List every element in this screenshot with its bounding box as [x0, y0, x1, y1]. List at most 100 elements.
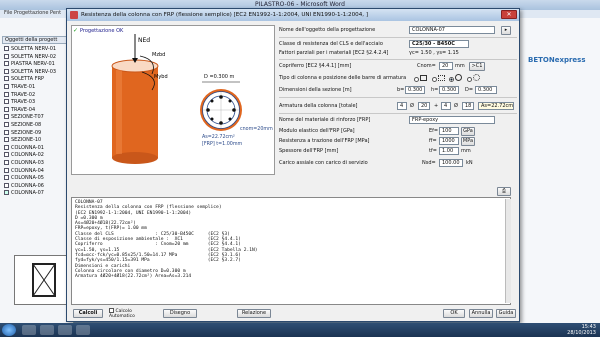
- tf-prefix: tf=: [429, 148, 437, 154]
- name-picker-button[interactable]: ▸: [501, 26, 511, 35]
- tree-checkbox[interactable]: [4, 91, 9, 97]
- tree-checkbox[interactable]: [4, 152, 9, 158]
- start-button[interactable]: [2, 324, 16, 336]
- tf-input[interactable]: 1.00: [439, 147, 459, 155]
- tree-checkbox[interactable]: [4, 46, 9, 51]
- mz-label: Mzbd: [152, 52, 165, 58]
- tree-item[interactable]: TRAVE-02: [4, 91, 74, 100]
- cover-label: Copriferro [EC2 §4.4.1] [mm]: [279, 63, 352, 69]
- tree-checkbox[interactable]: [4, 182, 9, 188]
- nsd-input[interactable]: 100.00: [439, 159, 463, 167]
- tree-item-label: COLONNA-03: [11, 160, 44, 166]
- phi-symbol: Ø: [410, 103, 414, 109]
- tree-checkbox[interactable]: [4, 84, 9, 89]
- frp-name-field[interactable]: FRP-epoxy: [409, 116, 495, 124]
- tree-checkbox[interactable]: [4, 99, 9, 105]
- tree-checkbox[interactable]: [4, 137, 9, 143]
- tree-checkbox[interactable]: [4, 160, 9, 165]
- tree-checkbox[interactable]: [4, 76, 9, 82]
- tree-checkbox[interactable]: [4, 144, 9, 150]
- tree-checkbox[interactable]: [4, 53, 9, 59]
- tree-item[interactable]: SOLETTA NERV-03: [4, 68, 74, 77]
- rebar-label: Armatura della colonna [totale]: [279, 103, 358, 109]
- close-button[interactable]: ✕: [501, 10, 517, 19]
- calculate-button[interactable]: Calcoli: [73, 309, 103, 318]
- cnom-input[interactable]: 20: [439, 62, 453, 70]
- tree-item[interactable]: TRAVE-03: [4, 99, 74, 107]
- auto-calc-box[interactable]: [109, 308, 114, 313]
- circular-section-radio[interactable]: [449, 77, 455, 82]
- tree-item[interactable]: SOLETTA NERV-01: [4, 46, 74, 54]
- tree-item[interactable]: SEZIONE-T07: [4, 114, 74, 122]
- name-field[interactable]: COLONNA-07: [409, 26, 495, 34]
- tree-item[interactable]: SEZIONE-09: [4, 129, 74, 138]
- tree-checkbox[interactable]: [4, 106, 9, 112]
- drawing-button[interactable]: Disegno: [163, 309, 197, 318]
- rebar-diameter-input[interactable]: 20: [418, 102, 430, 110]
- check-icon: ✓: [73, 27, 79, 34]
- d-input[interactable]: 0.300: [475, 86, 497, 94]
- ff-input[interactable]: 1000: [439, 137, 459, 145]
- tree-item[interactable]: COLONNA-04: [4, 167, 74, 176]
- tree-item[interactable]: COLONNA-02: [4, 152, 74, 160]
- help-button[interactable]: Guida: [496, 309, 516, 318]
- tree-checkbox[interactable]: [4, 68, 9, 74]
- taskbar-app-4[interactable]: [76, 325, 90, 335]
- rect-section-radio[interactable]: [414, 77, 419, 82]
- input-form: Nome dell'oggetto della progettazione CO…: [279, 25, 519, 177]
- tree-item[interactable]: COLONNA-03: [4, 160, 74, 168]
- auto-calc-checkbox[interactable]: Calcolo Automatico: [109, 308, 145, 319]
- tree-item[interactable]: SOLETTA FRP: [4, 76, 74, 84]
- tree-checkbox[interactable]: [4, 190, 9, 196]
- app-icon: [70, 11, 78, 19]
- dialog-title: Resistenza della colonna con FRP (flessi…: [67, 9, 519, 21]
- tree-item-label: COLONNA-06: [11, 182, 44, 189]
- h-input[interactable]: 0.300: [439, 86, 459, 94]
- rebar-count-input[interactable]: 4: [397, 102, 407, 110]
- rebar-diameter2-input[interactable]: 18: [462, 102, 474, 110]
- tree-checkbox[interactable]: [4, 61, 9, 67]
- tree-item[interactable]: SEZIONE-08: [4, 122, 74, 130]
- ff-label: Resistenza a trazione dell'FRP [MPa]: [279, 138, 370, 144]
- report-scrollbar[interactable]: [505, 199, 511, 303]
- report-button[interactable]: Relazione: [237, 309, 271, 318]
- ff-unit-button[interactable]: MPa: [461, 137, 475, 146]
- circular-bars-radio[interactable]: [466, 77, 472, 82]
- tree-checkbox[interactable]: [4, 175, 9, 181]
- print-button[interactable]: ⎙: [497, 187, 511, 196]
- class-label: Classe di resistenza del CLS e dell'acci…: [279, 41, 383, 47]
- my-label: Mybd: [154, 74, 168, 80]
- b-input[interactable]: 0.300: [405, 86, 425, 94]
- tree-item[interactable]: TRAVE-04: [4, 106, 74, 115]
- taskbar-app-3[interactable]: [58, 325, 72, 335]
- rect-bars-radio[interactable]: [431, 77, 437, 82]
- cover-label: cnom=20mm: [240, 126, 273, 132]
- tree-item[interactable]: COLONNA-05: [4, 175, 74, 183]
- cancel-button[interactable]: Annulla: [469, 309, 493, 318]
- ok-button[interactable]: OK: [443, 309, 465, 318]
- exposure-class-button[interactable]: >C1: [469, 62, 485, 71]
- tree-item[interactable]: TRAVE-01: [4, 84, 74, 92]
- taskbar-app-2[interactable]: [40, 325, 54, 335]
- calculation-report[interactable]: COLONNA-07 Resistenza della colonna con F…: [71, 197, 511, 305]
- tree-item[interactable]: PIASTRA NERV-01: [4, 61, 74, 69]
- tree-checkbox[interactable]: [4, 114, 9, 120]
- diameter-label: D =0.300 m: [204, 74, 235, 80]
- clock[interactable]: 15:43 28/10/2013: [567, 324, 596, 336]
- tree-item[interactable]: COLONNA-06: [4, 182, 74, 191]
- taskbar-app-1[interactable]: [22, 325, 36, 335]
- tree-checkbox[interactable]: [4, 129, 9, 135]
- section-type-label: Tipo di colonna e posizione delle barre …: [279, 75, 407, 81]
- tree-item[interactable]: SOLETTA NERV-02: [4, 53, 74, 62]
- frp-label: [FRP] t=1.00mm: [202, 141, 243, 147]
- tree-item[interactable]: COLONNA-01: [4, 144, 74, 153]
- ef-input[interactable]: 100: [439, 127, 459, 135]
- tree-item[interactable]: SEZIONE-10: [4, 137, 74, 145]
- status-ok: Progettazione OK: [80, 28, 124, 34]
- rebar-count2-input[interactable]: 4: [441, 102, 451, 110]
- ef-unit-button[interactable]: GPa: [461, 127, 475, 136]
- tree-checkbox[interactable]: [4, 122, 9, 127]
- tree-item[interactable]: COLONNA-07: [4, 190, 74, 198]
- tree-checkbox[interactable]: [4, 167, 9, 173]
- class-select[interactable]: C25/30 - B450C: [409, 40, 469, 48]
